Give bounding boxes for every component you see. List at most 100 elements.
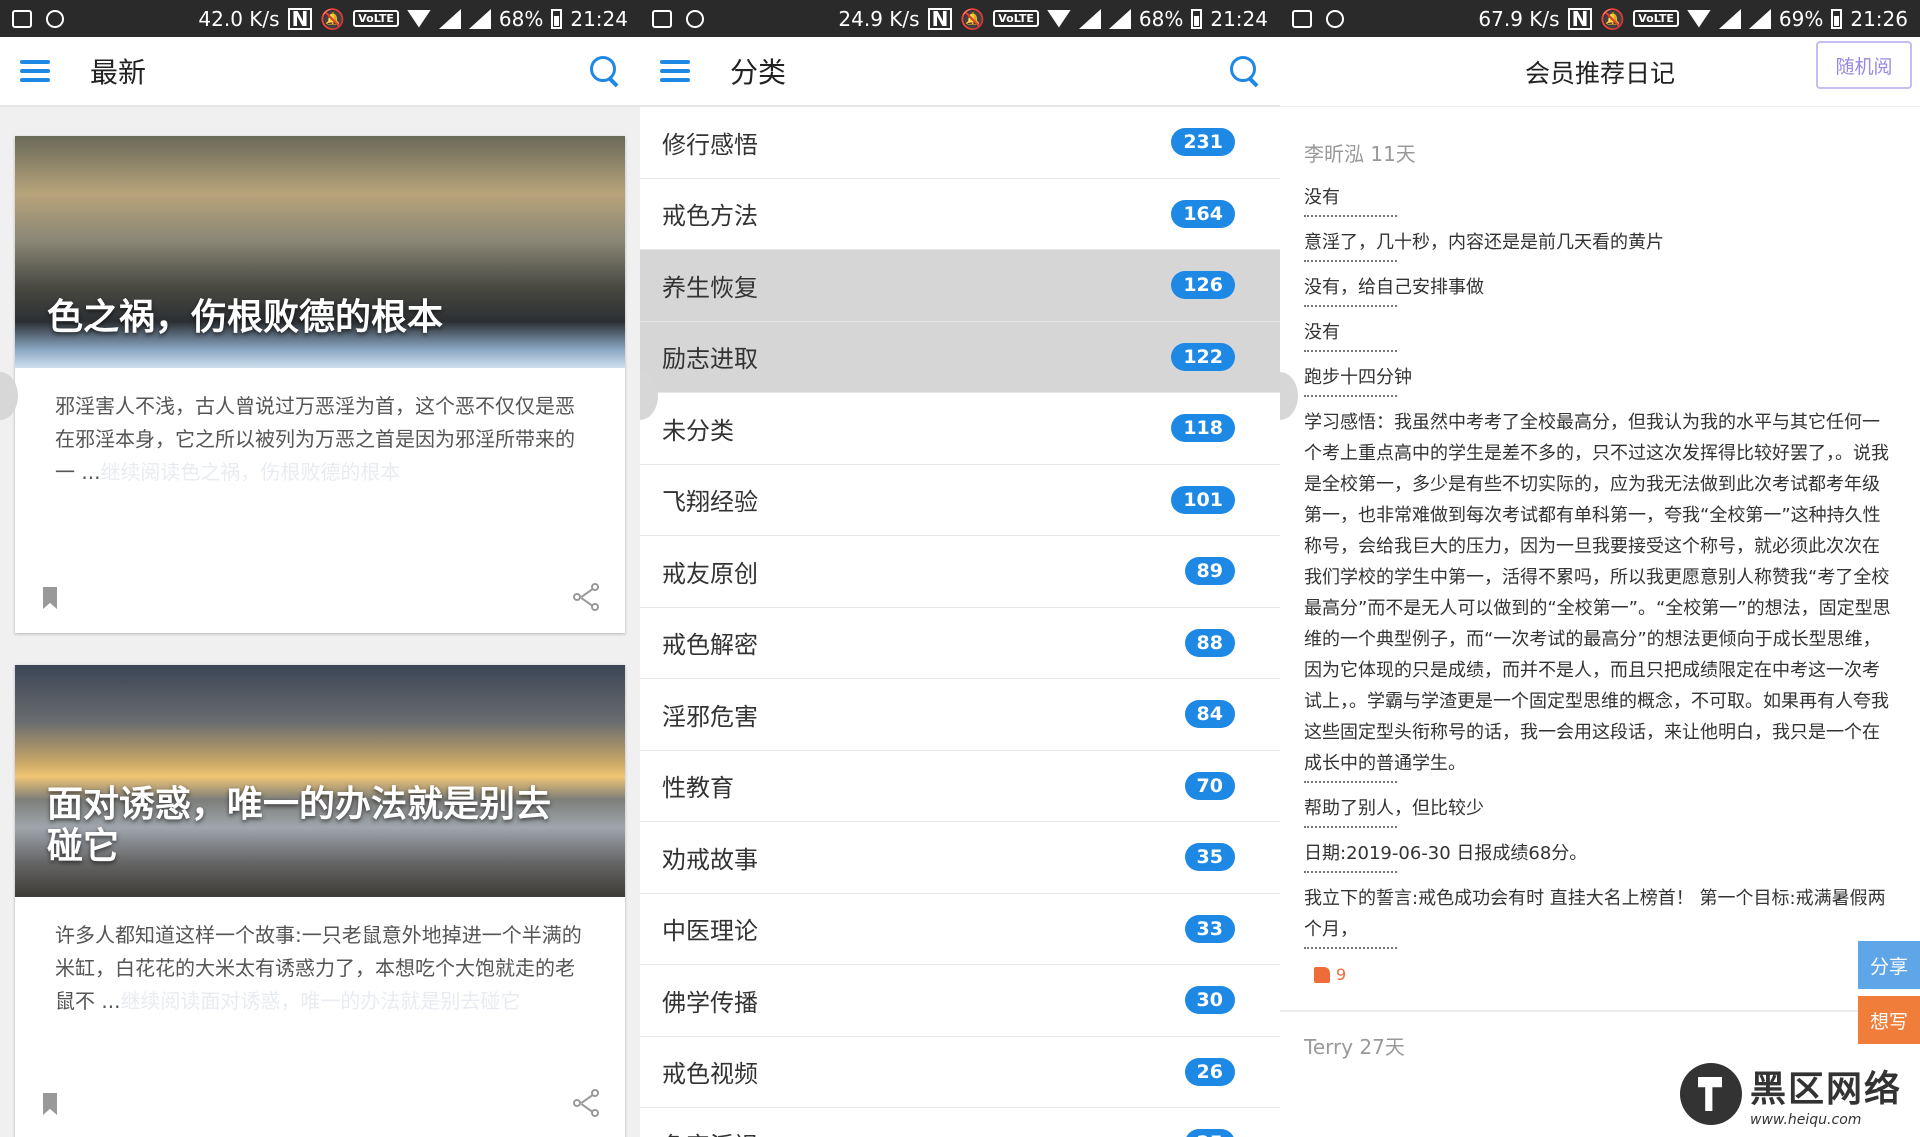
category-list: 修行感悟 231 戒色方法 164 养生恢复 126 励志进取 122 未分类 118 飞… — [640, 107, 1280, 1137]
battery-icon — [1191, 8, 1203, 29]
read-more-link[interactable]: 继续阅读面对诱惑，唯一的办法就是别去碰它 — [120, 989, 520, 1013]
category-item[interactable]: 色字淫祸25 — [640, 1108, 1280, 1137]
search-icon[interactable] — [590, 56, 620, 86]
signal-icon-2 — [468, 8, 491, 29]
article-cover-image: 面对诱惑，唯一的办法就是别去碰它 — [15, 665, 625, 897]
app-bar: 分类 — [640, 37, 1280, 107]
page-title: 分类 — [730, 56, 787, 89]
net-speed: 42.0 K/s — [198, 6, 280, 31]
status-bar: 67.9 K/s N 🔕 VoLTE 69% 21:26 — [1280, 0, 1920, 37]
clock: 21:24 — [570, 6, 628, 31]
category-item[interactable]: 养生恢复 126 — [640, 250, 1280, 322]
clock: 21:26 — [1850, 6, 1908, 31]
battery-percent: 69% — [1778, 6, 1824, 31]
thumbs-up-icon — [1314, 966, 1330, 983]
gallery-icon — [1292, 9, 1312, 28]
count-badge: 118 — [1171, 414, 1235, 443]
app-bar: 最新 — [0, 37, 640, 107]
mute-icon: 🔕 — [320, 6, 346, 31]
separator — [1304, 305, 1397, 307]
app-bar: 会员推荐日记 随机阅 — [1280, 37, 1920, 107]
entry-divider — [1280, 1010, 1920, 1012]
gallery-icon — [12, 9, 32, 28]
wifi-icon — [1686, 9, 1711, 28]
signal-icon-2 — [1108, 8, 1131, 29]
battery-percent: 68% — [1138, 6, 1184, 31]
nfc-icon: N — [927, 7, 953, 30]
category-item[interactable]: 修行感悟 231 — [640, 107, 1280, 179]
signal-icon — [1718, 8, 1741, 29]
app-notify-icon — [46, 9, 64, 28]
entry-line: 没有 — [1304, 187, 1340, 208]
share-button[interactable]: 分享 — [1858, 941, 1920, 989]
separator — [1304, 395, 1397, 397]
category-item[interactable]: 戒色视频 26 — [640, 1037, 1280, 1108]
nfc-icon: N — [287, 7, 313, 30]
battery-percent: 68% — [498, 6, 544, 31]
count-badge: 35 — [1184, 843, 1235, 872]
net-speed: 67.9 K/s — [1478, 6, 1560, 31]
mute-icon: 🔕 — [1600, 6, 1626, 31]
share-icon[interactable] — [573, 583, 599, 611]
wifi-icon — [1046, 9, 1071, 28]
category-item[interactable]: 戒色解密 88 — [640, 608, 1280, 679]
like-button[interactable]: 9 — [1314, 959, 1894, 990]
category-item[interactable]: 飞翔经验 101 — [640, 465, 1280, 536]
article-title: 面对诱惑，唯一的办法就是别去碰它 — [47, 784, 552, 867]
count-badge: 89 — [1184, 557, 1235, 586]
share-icon[interactable] — [573, 1089, 599, 1117]
search-icon[interactable] — [1230, 56, 1260, 86]
entry-line: 没有，给自己安排事做 — [1304, 277, 1484, 298]
menu-icon[interactable] — [660, 60, 690, 82]
volte-badge: VoLTE — [993, 10, 1039, 27]
article-card[interactable]: 面对诱惑，唯一的办法就是别去碰它 许多人都知道这样一个故事:一只老鼠意外地掉进一… — [15, 665, 625, 1137]
clock: 21:24 — [1210, 6, 1268, 31]
category-item[interactable]: 性教育 70 — [640, 751, 1280, 822]
bookmark-icon[interactable] — [43, 587, 57, 609]
watermark-logo-icon — [1680, 1063, 1742, 1125]
category-item[interactable]: 未分类 118 — [640, 393, 1280, 465]
separator — [1304, 826, 1397, 828]
entry-line: 日期:2019-06-30 日报成绩68分。 — [1304, 843, 1588, 864]
category-item[interactable]: 劝戒故事 35 — [640, 822, 1280, 894]
write-button[interactable]: 想写 — [1858, 996, 1920, 1044]
volte-badge: VoLTE — [353, 10, 399, 27]
category-item[interactable]: 淫邪危害 84 — [640, 679, 1280, 751]
category-screen: 24.9 K/s N 🔕 VoLTE 68% 21:24 分类 修行感悟 231 … — [640, 0, 1280, 1137]
count-badge: 70 — [1184, 771, 1235, 800]
category-item[interactable]: 佛学传播 30 — [640, 965, 1280, 1037]
entry-author-meta: 李昕泓 11天 — [1304, 142, 1416, 166]
count-badge: 33 — [1184, 914, 1235, 943]
page-title: 最新 — [90, 56, 147, 89]
menu-icon[interactable] — [20, 60, 50, 82]
count-badge: 88 — [1184, 628, 1235, 657]
entry-line: 我立下的誓言:戒色成功会有时 直挂大名上榜首！ 第一个目标:戒满暑假两个月， — [1304, 888, 1886, 940]
random-read-button[interactable]: 随机阅 — [1816, 41, 1912, 89]
battery-icon — [1831, 8, 1843, 29]
category-item[interactable]: 戒友原创 89 — [640, 536, 1280, 608]
category-item[interactable]: 中医理论 33 — [640, 894, 1280, 965]
count-badge: 122 — [1171, 342, 1235, 371]
watermark-title: 黑区网络 — [1750, 1069, 1903, 1110]
volte-badge: VoLTE — [1633, 10, 1679, 27]
category-item[interactable]: 戒色方法 164 — [640, 179, 1280, 250]
read-more-link[interactable]: 继续阅读色之祸，伤根败德的根本 — [100, 460, 400, 484]
article-cover-image: 色之祸，伤根败德的根本 — [15, 136, 625, 368]
article-card[interactable]: 色之祸，伤根败德的根本 邪淫害人不浅，古人曾说过万恶淫为首，这个恶不仅仅是恶在邪… — [15, 136, 625, 633]
separator — [1304, 215, 1397, 217]
mute-icon: 🔕 — [960, 6, 986, 31]
bookmark-icon[interactable] — [43, 1093, 57, 1115]
like-count: 9 — [1336, 965, 1347, 984]
article-excerpt: 邪淫害人不浅，古人曾说过万恶淫为首，这个恶不仅仅是恶在邪淫本身，它之所以被列为万… — [55, 394, 575, 484]
separator — [1304, 947, 1397, 949]
site-watermark: 黑区网络 www.heiqu.com — [1680, 1051, 1910, 1137]
diary-screen: 67.9 K/s N 🔕 VoLTE 69% 21:26 会员推荐日记 随机阅 … — [1280, 0, 1920, 1137]
count-badge: 84 — [1184, 700, 1235, 729]
count-badge: 26 — [1184, 1057, 1235, 1086]
wifi-icon — [406, 9, 431, 28]
category-item[interactable]: 励志进取 122 — [640, 321, 1280, 393]
status-bar: 24.9 K/s N 🔕 VoLTE 68% 21:24 — [640, 0, 1280, 37]
signal-icon — [438, 8, 461, 29]
count-badge: 25 — [1184, 1129, 1235, 1137]
status-bar: 42.0 K/s N 🔕 VoLTE 68% 21:24 — [0, 0, 640, 37]
